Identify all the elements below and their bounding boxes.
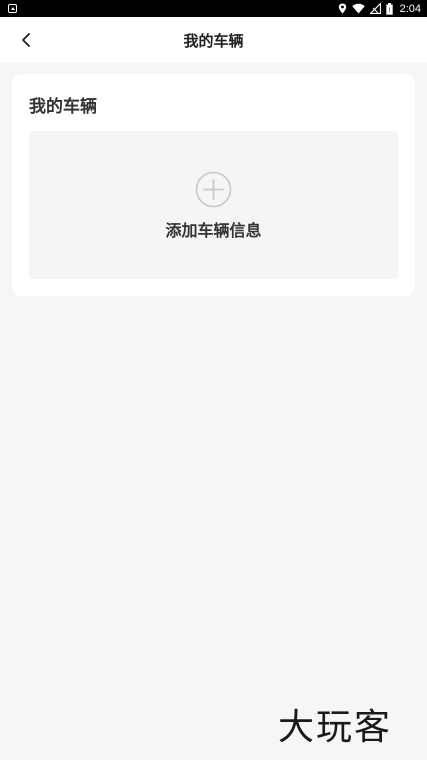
card-title: 我的车辆 xyxy=(29,97,97,117)
back-button[interactable] xyxy=(10,24,42,56)
vehicle-card: 我的车辆 添加车辆信息 xyxy=(12,74,415,296)
watermark-logo: 大玩客 xyxy=(278,707,393,748)
location-icon xyxy=(338,3,346,14)
page-title: 我的车辆 xyxy=(183,31,244,50)
status-bar: ! 2:04 xyxy=(0,0,427,17)
signal-icon xyxy=(369,3,381,14)
notification-icon xyxy=(8,4,17,13)
battery-icon: ! xyxy=(385,2,393,15)
screen: ! 2:04 我的车辆 我的车辆 添加车辆信息 大玩客 xyxy=(0,0,427,760)
chevron-left-icon xyxy=(22,33,30,47)
status-time: 2:04 xyxy=(399,2,421,15)
status-left xyxy=(8,4,17,13)
add-vehicle-button[interactable]: 添加车辆信息 xyxy=(29,131,398,279)
plus-circle-icon xyxy=(195,171,232,208)
wifi-icon xyxy=(351,3,365,14)
status-right: ! 2:04 xyxy=(338,2,421,15)
add-vehicle-label: 添加车辆信息 xyxy=(165,221,262,240)
nav-bar: 我的车辆 xyxy=(0,17,427,63)
svg-text:!: ! xyxy=(388,7,390,14)
